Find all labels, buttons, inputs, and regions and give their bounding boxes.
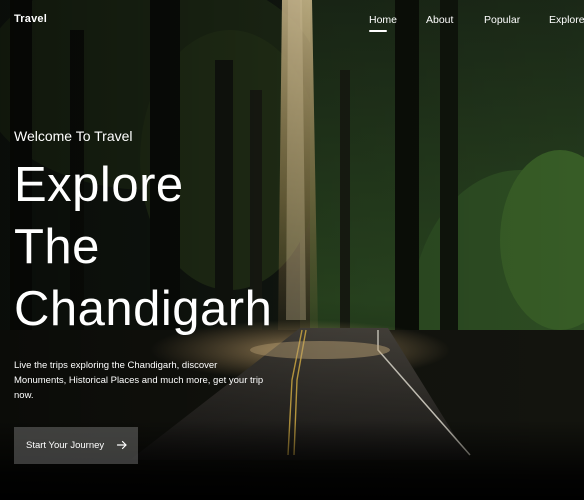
headline-line: Chandigarh — [14, 282, 273, 336]
hero-headline: Explore The Chandigarh — [14, 154, 272, 340]
nav-item-label: Explore — [549, 14, 584, 26]
headline-line: The — [14, 220, 100, 274]
nav-item-explore[interactable]: Explore — [549, 14, 584, 26]
main-nav: Home About Popular Explore — [0, 14, 584, 34]
arrow-right-icon — [116, 440, 127, 450]
button-label: Start Your Journey — [26, 440, 105, 451]
nav-item-label: Home — [369, 14, 398, 26]
nav-item-label: About — [426, 14, 454, 26]
hero-description: Live the trips exploring the Chandigarh,… — [14, 360, 264, 401]
site-header: Travel Home About Popular Explore — [0, 0, 584, 40]
hero-section: Travel Home About Popular Explore Welcom… — [0, 0, 584, 500]
nav-item-label: Popular — [484, 14, 521, 26]
active-indicator — [369, 30, 387, 32]
start-journey-button[interactable]: Start Your Journey — [14, 427, 138, 464]
nav-item-about[interactable]: About — [426, 14, 453, 26]
hero-subtitle: Welcome To Travel — [14, 128, 133, 144]
nav-item-home[interactable]: Home — [369, 14, 398, 32]
headline-line: Explore — [14, 158, 184, 212]
nav-item-popular[interactable]: Popular — [484, 14, 520, 26]
